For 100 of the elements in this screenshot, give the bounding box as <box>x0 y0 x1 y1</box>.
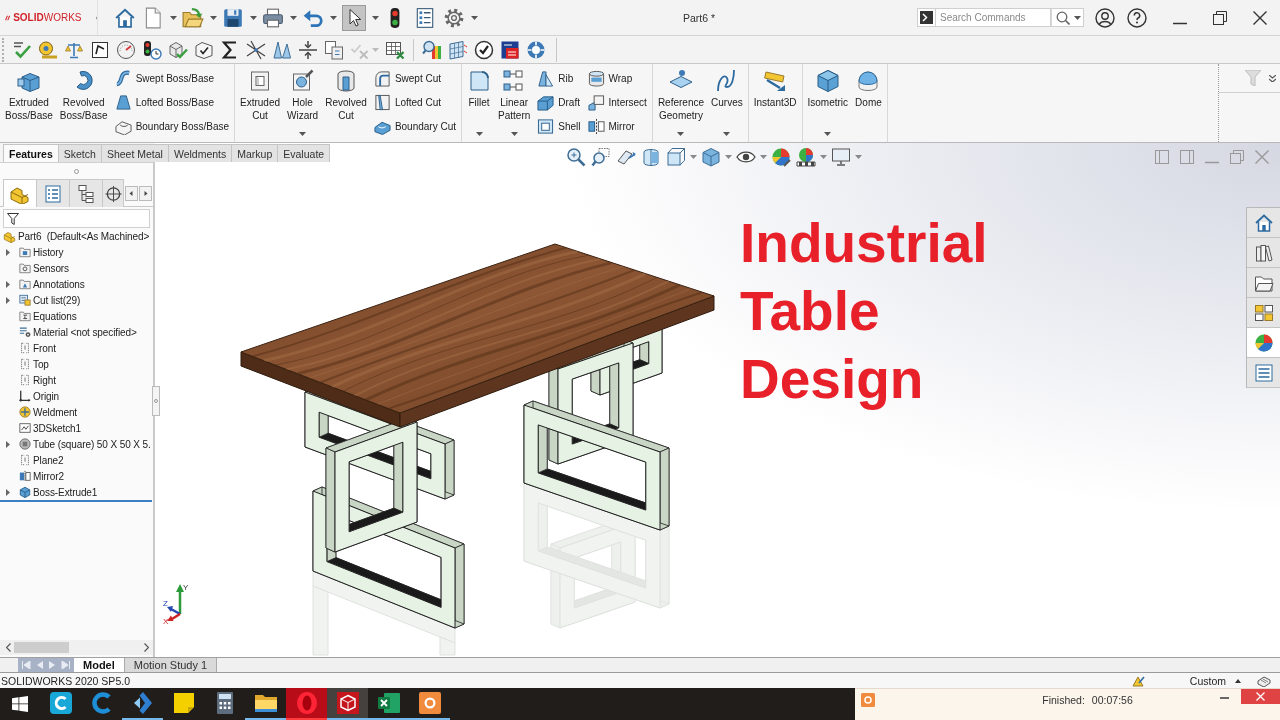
ribbon-command-button[interactable]: Swept Cut <box>373 67 457 90</box>
ribbon-command-button[interactable]: Shell <box>537 115 581 138</box>
command-tab[interactable]: Sheet Metal <box>100 144 169 162</box>
crossing-lines-icon[interactable] <box>246 39 266 60</box>
units-selector[interactable]: Custom <box>1189 674 1226 687</box>
documents-icon[interactable] <box>324 39 344 60</box>
panel-tab[interactable] <box>102 179 124 207</box>
ribbon-command-button[interactable]: Mirror <box>587 115 647 138</box>
search-button[interactable] <box>1051 8 1084 27</box>
help-icon[interactable] <box>1127 7 1147 28</box>
ribbon-command-button[interactable]: Lofted Cut <box>373 91 457 114</box>
caret-icon[interactable] <box>249 15 257 20</box>
mesh-panel-icon[interactable] <box>448 39 468 60</box>
monitor-icon[interactable] <box>831 146 851 167</box>
check-circle-icon[interactable] <box>474 39 494 60</box>
caret-icon[interactable] <box>289 15 297 20</box>
ribbon-command-button[interactable]: Reference Geometry <box>655 64 707 142</box>
ribbon-command-button[interactable]: Curves <box>709 64 745 142</box>
twin-fins-icon[interactable] <box>272 39 292 60</box>
curve-in-square-icon[interactable] <box>90 39 110 60</box>
caret-icon[interactable] <box>1074 15 1081 20</box>
cube-check-icon[interactable] <box>168 39 188 60</box>
expand-arrow-icon[interactable] <box>6 440 10 448</box>
text-check-icon[interactable] <box>12 39 32 60</box>
tree-item[interactable]: Sensors <box>0 260 153 276</box>
command-tab[interactable]: Sketch <box>57 144 102 162</box>
ribbon-command-button[interactable]: Boundary Boss/Base <box>114 115 229 138</box>
pencil-triangle-icon[interactable] <box>1131 674 1145 687</box>
scrollbar-thumb[interactable] <box>14 642 69 653</box>
magnifier-box-icon[interactable] <box>591 146 611 167</box>
command-tab[interactable]: Weldments <box>167 144 233 162</box>
tree-item[interactable]: Part6 (Default<As Machined> <box>0 228 153 244</box>
cube-outline-icon[interactable] <box>666 146 686 167</box>
command-tab[interactable]: Features <box>3 144 59 162</box>
expand-arrow-icon[interactable] <box>6 488 10 496</box>
ball-checker-icon[interactable] <box>796 146 816 167</box>
tree-item[interactable]: History <box>0 244 153 260</box>
scroll-right-icon[interactable] <box>139 186 152 201</box>
tree-item[interactable]: Origin <box>0 388 153 404</box>
table-cross-icon[interactable] <box>385 39 405 60</box>
list-icon[interactable] <box>414 6 436 29</box>
ribbon-command-button[interactable]: Revolved Boss/Base <box>57 64 110 142</box>
expand-arrow-icon[interactable] <box>6 296 10 304</box>
ribbon-command-button[interactable]: Dome <box>853 64 884 142</box>
window-panes-icon[interactable] <box>12 696 28 712</box>
ribbon-command-button[interactable]: Linear Pattern <box>496 64 533 142</box>
panel-tab[interactable] <box>3 179 37 207</box>
ribbon-command-button[interactable]: Swept Boss/Base <box>114 67 229 90</box>
close-button[interactable] <box>1241 689 1280 704</box>
scroll-left-icon[interactable] <box>6 643 11 652</box>
ribbon-command-button[interactable]: Intersect <box>587 91 647 114</box>
tree-item[interactable]: Annotations <box>0 276 153 292</box>
caret-icon[interactable] <box>470 15 478 20</box>
hexagon-check-icon[interactable] <box>194 39 214 60</box>
panel-tab[interactable] <box>69 179 103 207</box>
tape-measure-icon[interactable] <box>38 39 58 60</box>
caret-icon[interactable] <box>329 15 337 20</box>
caret-icon[interactable] <box>824 132 832 136</box>
gauge-icon[interactable] <box>116 39 136 60</box>
tree-item[interactable]: Right <box>0 372 153 388</box>
search-field[interactable]: Search Commands <box>936 8 1051 27</box>
tree-item[interactable]: Boss-Extrude1 <box>0 484 153 500</box>
ribbon-command-button[interactable]: Hole Wizard <box>285 64 321 142</box>
caret-icon[interactable] <box>299 132 307 136</box>
ribbon-command-button[interactable]: Boundary Cut <box>373 115 457 138</box>
compress-arrows-icon[interactable] <box>298 39 318 60</box>
open-folder-icon[interactable] <box>182 6 204 29</box>
close-icon[interactable] <box>1253 10 1267 25</box>
command-tab[interactable]: Markup <box>231 144 279 162</box>
ribbon-command-button[interactable]: Revolved Cut <box>323 64 369 142</box>
tree-item[interactable]: Plane2 <box>0 452 153 468</box>
ribbon-command-button[interactable]: Extruded Cut <box>238 64 283 142</box>
tree-item[interactable]: Mirror2 <box>0 468 153 484</box>
section-cylinder-icon[interactable] <box>641 146 661 167</box>
caret-icon[interactable] <box>475 132 483 136</box>
tree-item[interactable]: Equations <box>0 308 153 324</box>
ribbon-command-button[interactable]: Rib <box>537 67 581 90</box>
stacked-tiles-icon[interactable] <box>500 39 520 60</box>
caret-icon[interactable] <box>209 15 217 20</box>
expand-arrow-icon[interactable] <box>6 248 10 256</box>
ribbon-command-button[interactable]: Isometric <box>805 64 851 142</box>
horizontal-scrollbar[interactable] <box>0 640 153 655</box>
scroll-right-icon[interactable] <box>144 643 149 652</box>
magnifier-stripes-icon[interactable] <box>422 39 442 60</box>
caret-icon[interactable] <box>371 15 379 20</box>
save-icon[interactable] <box>222 6 244 29</box>
magnifier-icon[interactable] <box>566 146 586 167</box>
printer-icon[interactable] <box>262 6 284 29</box>
caret-icon[interactable] <box>723 132 731 136</box>
tree-item[interactable]: Weldment <box>0 404 153 420</box>
filter-field[interactable] <box>3 209 150 228</box>
home-icon[interactable] <box>114 6 136 29</box>
ribbon-command-button[interactable]: Extruded Boss/Base <box>3 64 55 142</box>
user-icon[interactable] <box>1095 7 1115 28</box>
segmented-ring-icon[interactable] <box>526 39 546 60</box>
ribbon-command-button[interactable]: Draft <box>537 91 581 114</box>
tree-item[interactable]: Cut list(29) <box>0 292 153 308</box>
settings-icon[interactable] <box>443 6 465 29</box>
shaded-cube-icon[interactable] <box>701 146 721 167</box>
tree-item[interactable]: Material <not specified> <box>0 324 153 340</box>
